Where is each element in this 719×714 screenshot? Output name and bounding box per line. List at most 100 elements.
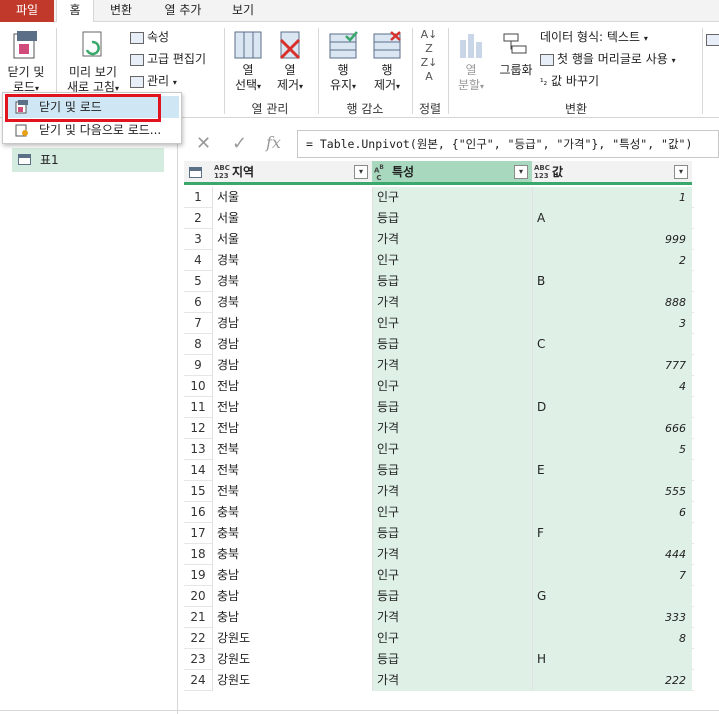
cell-value[interactable]: 2 <box>532 250 692 271</box>
fx-icon[interactable]: fx <box>266 133 281 152</box>
column-header-value[interactable]: ABC 123 값 ▾ <box>532 161 692 185</box>
table-row[interactable]: 15 전북 가격 555 <box>184 481 694 502</box>
query-item-table1[interactable]: 표1 <box>12 148 164 172</box>
row-number[interactable]: 15 <box>184 481 212 502</box>
table-row[interactable]: 10 전남 인구 4 <box>184 376 694 397</box>
table-row[interactable]: 3 서울 가격 999 <box>184 229 694 250</box>
table-row[interactable]: 22 강원도 인구 8 <box>184 628 694 649</box>
cell-attribute[interactable]: 등급 <box>372 523 532 544</box>
cell-attribute[interactable]: 인구 <box>372 187 532 208</box>
cell-value[interactable]: 666 <box>532 418 692 439</box>
cell-value[interactable]: D <box>532 397 692 418</box>
cell-value[interactable]: 888 <box>532 292 692 313</box>
cell-region[interactable]: 충북 <box>212 502 372 523</box>
cell-region[interactable]: 전북 <box>212 481 372 502</box>
cell-attribute[interactable]: 등급 <box>372 460 532 481</box>
row-number[interactable]: 21 <box>184 607 212 628</box>
column-header-region[interactable]: ABC 123 지역 ▾ <box>212 161 372 185</box>
split-column-button[interactable]: 열 분할▾ <box>452 30 490 94</box>
cell-attribute[interactable]: 인구 <box>372 376 532 397</box>
cell-attribute[interactable]: 가격 <box>372 355 532 376</box>
tab-add-column[interactable]: 열 추가 <box>152 0 214 22</box>
table-row[interactable]: 7 경남 인구 3 <box>184 313 694 334</box>
group-by-button[interactable]: 그룹화 <box>494 30 538 78</box>
row-number[interactable]: 12 <box>184 418 212 439</box>
table-row[interactable]: 16 충북 인구 6 <box>184 502 694 523</box>
table-row[interactable]: 8 경남 등급 C <box>184 334 694 355</box>
cell-attribute[interactable]: 인구 <box>372 313 532 334</box>
cell-region[interactable]: 강원도 <box>212 628 372 649</box>
cell-region[interactable]: 서울 <box>212 208 372 229</box>
cell-value[interactable]: F <box>532 523 692 544</box>
cell-region[interactable]: 충북 <box>212 523 372 544</box>
cell-region[interactable]: 경남 <box>212 355 372 376</box>
table-row[interactable]: 24 강원도 가격 222 <box>184 670 694 691</box>
cell-attribute[interactable]: 가격 <box>372 229 532 250</box>
cell-attribute[interactable]: 인구 <box>372 250 532 271</box>
row-number[interactable]: 18 <box>184 544 212 565</box>
cancel-icon[interactable]: ✕ <box>196 133 211 154</box>
cell-attribute[interactable]: 가격 <box>372 544 532 565</box>
cell-attribute[interactable]: 등급 <box>372 397 532 418</box>
cell-attribute[interactable]: 등급 <box>372 334 532 355</box>
cell-attribute[interactable]: 가격 <box>372 670 532 691</box>
grid-corner-menu[interactable] <box>184 161 212 185</box>
cell-attribute[interactable]: 인구 <box>372 502 532 523</box>
cell-region[interactable]: 경남 <box>212 313 372 334</box>
cell-region[interactable]: 충남 <box>212 607 372 628</box>
row-number[interactable]: 3 <box>184 229 212 250</box>
row-number[interactable]: 8 <box>184 334 212 355</box>
row-number[interactable]: 16 <box>184 502 212 523</box>
cell-value[interactable]: 6 <box>532 502 692 523</box>
row-number[interactable]: 9 <box>184 355 212 376</box>
cell-region[interactable]: 전북 <box>212 439 372 460</box>
refresh-preview-button[interactable]: 미리 보기 새로 고침▾ <box>62 28 124 96</box>
keep-rows-button[interactable]: 행 유지▾ <box>322 30 364 94</box>
table-row[interactable]: 17 충북 등급 F <box>184 523 694 544</box>
menu-item-close-load-to[interactable]: 닫기 및 다음으로 로드... <box>7 119 179 141</box>
cell-value[interactable]: 1 <box>532 187 692 208</box>
cell-region[interactable]: 강원도 <box>212 649 372 670</box>
row-number[interactable]: 13 <box>184 439 212 460</box>
cell-value[interactable]: 8 <box>532 628 692 649</box>
cell-attribute[interactable]: 가격 <box>372 418 532 439</box>
row-number[interactable]: 14 <box>184 460 212 481</box>
cell-attribute[interactable]: 등급 <box>372 208 532 229</box>
row-number[interactable]: 19 <box>184 565 212 586</box>
row-number[interactable]: 2 <box>184 208 212 229</box>
cell-value[interactable]: 777 <box>532 355 692 376</box>
cell-value[interactable]: 3 <box>532 313 692 334</box>
cell-region[interactable]: 서울 <box>212 187 372 208</box>
cell-region[interactable]: 경남 <box>212 334 372 355</box>
table-row[interactable]: 9 경남 가격 777 <box>184 355 694 376</box>
table-row[interactable]: 23 강원도 등급 H <box>184 649 694 670</box>
table-row[interactable]: 4 경북 인구 2 <box>184 250 694 271</box>
cell-value[interactable]: 222 <box>532 670 692 691</box>
use-first-row-header-button[interactable]: 첫 행을 머리글로 사용 ▾ <box>540 50 676 70</box>
cell-region[interactable]: 경북 <box>212 271 372 292</box>
cell-attribute[interactable]: 등급 <box>372 586 532 607</box>
table-row[interactable]: 6 경북 가격 888 <box>184 292 694 313</box>
sort-ascending-icon[interactable]: A↓ Z <box>421 28 438 55</box>
cell-value[interactable]: H <box>532 649 692 670</box>
table-row[interactable]: 18 충북 가격 444 <box>184 544 694 565</box>
cell-value[interactable]: B <box>532 271 692 292</box>
cell-region[interactable]: 경북 <box>212 292 372 313</box>
confirm-icon[interactable]: ✓ <box>232 133 247 154</box>
manage-button[interactable]: 관리 ▾ <box>130 72 177 92</box>
cell-value[interactable]: G <box>532 586 692 607</box>
table-row[interactable]: 13 전북 인구 5 <box>184 439 694 460</box>
remove-columns-button[interactable]: 열 제거▾ <box>270 30 310 94</box>
table-row[interactable]: 1 서울 인구 1 <box>184 187 694 208</box>
cell-region[interactable]: 충남 <box>212 586 372 607</box>
formula-input[interactable]: = Table.Unpivot(원본, {"인구", "등급", "가격"}, … <box>297 130 719 158</box>
cell-region[interactable]: 충북 <box>212 544 372 565</box>
cell-value[interactable]: 444 <box>532 544 692 565</box>
combine-button-partial[interactable] <box>706 30 719 48</box>
table-row[interactable]: 12 전남 가격 666 <box>184 418 694 439</box>
cell-region[interactable]: 전남 <box>212 376 372 397</box>
cell-attribute[interactable]: 인구 <box>372 439 532 460</box>
cell-attribute[interactable]: 등급 <box>372 271 532 292</box>
sort-buttons[interactable]: A↓ Z Z↓ A <box>418 28 440 84</box>
row-number[interactable]: 6 <box>184 292 212 313</box>
